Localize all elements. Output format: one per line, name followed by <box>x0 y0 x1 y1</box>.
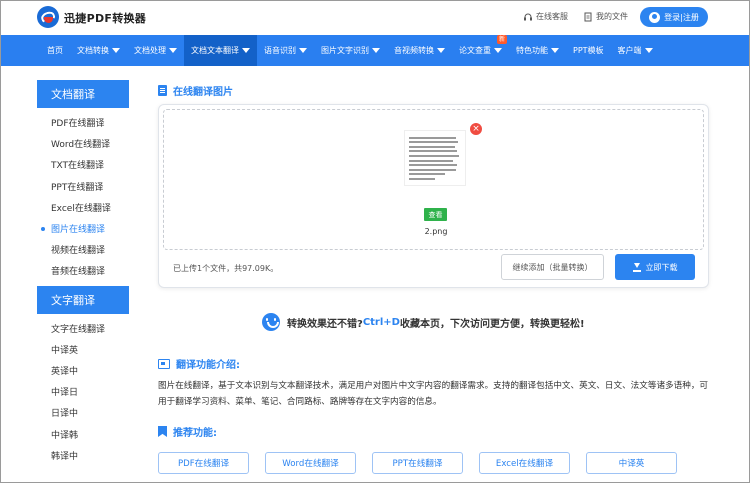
file-icon <box>584 12 592 21</box>
new-badge: 新 <box>496 35 507 44</box>
sidebar-section-title: 文档翻译 <box>37 80 129 108</box>
page-title: 在线翻译图片 <box>158 83 233 98</box>
nav-item-label: 特色功能 <box>516 46 548 55</box>
nav-item-9[interactable]: PPT模板 <box>566 35 611 66</box>
nav-item-4[interactable]: 语音识别 <box>257 35 314 66</box>
nav-item-label: 客户端 <box>617 46 642 55</box>
customer-service-link[interactable]: 在线客服 <box>523 11 568 22</box>
nav-item-label: 论文查重 <box>459 46 491 55</box>
sidebar-item[interactable]: 中译日 <box>37 381 129 402</box>
file-name: 2.png <box>424 227 448 236</box>
drop-zone[interactable]: × 查看 2.png <box>163 109 704 250</box>
sidebar-item[interactable]: Excel在线翻译 <box>37 197 129 218</box>
login-button[interactable]: 登录|注册 <box>640 7 708 27</box>
nav-item-1[interactable]: 文档转换 <box>70 35 127 66</box>
nav-item-label: 文档处理 <box>134 46 166 55</box>
recommend-button[interactable]: Word在线翻译 <box>265 452 356 474</box>
intro-heading-text: 翻译功能介绍: <box>176 360 240 371</box>
avatar-icon <box>649 11 661 23</box>
nav-item-label: 文档文本翻译 <box>191 46 239 55</box>
recommend-button[interactable]: Excel在线翻译 <box>479 452 570 474</box>
sidebar-item[interactable]: 图片在线翻译 <box>37 218 129 239</box>
main-nav: 首页 文档转换 文档处理 文档文本翻译 语音识别 图片文字识别 音视频转换 论文查重新特色功能… <box>0 35 750 66</box>
promo-text-2: 收藏本页，下次访问更方便，转换更轻松! <box>399 318 585 330</box>
nav-item-label: 首页 <box>47 46 63 55</box>
file-thumbnail[interactable] <box>404 130 466 186</box>
chevron-down-icon <box>112 48 120 53</box>
add-more-button[interactable]: 继续添加（批量转换） <box>501 254 604 280</box>
page-title-text: 在线翻译图片 <box>173 87 233 98</box>
customer-service-label: 在线客服 <box>536 12 568 21</box>
nav-item-8[interactable]: 特色功能 <box>509 35 566 66</box>
nav-item-0[interactable]: 首页 <box>40 35 70 66</box>
nav-item-5[interactable]: 图片文字识别 <box>314 35 387 66</box>
sidebar-item[interactable]: 文字在线翻译 <box>37 318 129 339</box>
top-header: 迅捷PDF转换器 在线客服 我的文件 登录|注册 <box>0 0 750 35</box>
chevron-down-icon <box>437 48 445 53</box>
chevron-down-icon <box>372 48 380 53</box>
intro-paragraph: 图片在线翻译，基于文本识别与文本翻译技术，满足用户对图片中文字内容的翻译需求。支… <box>158 381 709 407</box>
nav-item-3[interactable]: 文档文本翻译 <box>184 35 257 66</box>
nav-item-label: 文档转换 <box>77 46 109 55</box>
recommend-button[interactable]: PPT在线翻译 <box>372 452 463 474</box>
my-files-link[interactable]: 我的文件 <box>583 11 628 22</box>
delete-file-icon[interactable]: × <box>470 123 482 135</box>
recommend-button[interactable]: 中译英 <box>586 452 677 474</box>
recommend-list: PDF在线翻译 Word在线翻译 PPT在线翻译 Excel在线翻译 中译英 <box>158 452 677 474</box>
view-button[interactable]: 查看 <box>424 208 447 221</box>
sidebar-item[interactable]: 英译中 <box>37 360 129 381</box>
nav-item-label: PPT模板 <box>573 46 604 55</box>
login-label: 登录|注册 <box>664 12 699 22</box>
logo-icon[interactable] <box>37 6 59 28</box>
sidebar-item[interactable]: TXT在线翻译 <box>37 154 129 175</box>
bookmark-promo: 转换效果还不错? Ctrl+D 收藏本页，下次访问更方便，转换更轻松! <box>262 313 585 331</box>
sidebar-item[interactable]: PDF在线翻译 <box>37 112 129 133</box>
nav-item-label: 图片文字识别 <box>321 46 369 55</box>
bookmark-icon <box>158 426 167 437</box>
headset-icon <box>524 13 532 20</box>
sidebar-item[interactable]: 中译韩 <box>37 423 129 444</box>
sidebar-list: 文字在线翻译 中译英 英译中 中译日 日译中 中译韩 韩译中 <box>37 314 129 470</box>
nav-item-6[interactable]: 音视频转换 <box>387 35 452 66</box>
sidebar-section-title: 文字翻译 <box>37 285 129 314</box>
recommend-heading-text: 推荐功能: <box>173 428 217 439</box>
smile-icon <box>262 313 280 331</box>
recommend-heading: 推荐功能: <box>158 424 217 439</box>
sidebar-item[interactable]: PPT在线翻译 <box>37 176 129 197</box>
sidebar-item[interactable]: 中译英 <box>37 339 129 360</box>
document-icon <box>158 85 167 96</box>
upload-panel: × 查看 2.png 已上传1个文件，共97.09K。 继续添加（批量转换） 立… <box>158 104 709 288</box>
chevron-down-icon <box>242 48 250 53</box>
brand-name[interactable]: 迅捷PDF转换器 <box>64 10 146 26</box>
upload-status: 已上传1个文件，共97.09K。 <box>173 264 279 273</box>
sidebar-item[interactable]: 韩译中 <box>37 445 129 466</box>
sidebar-item[interactable]: 日译中 <box>37 402 129 423</box>
download-button[interactable]: 立即下载 <box>615 254 695 280</box>
intro-heading: 翻译功能介绍: <box>158 356 240 371</box>
download-label: 立即下载 <box>645 262 678 272</box>
chevron-down-icon <box>551 48 559 53</box>
sidebar-item[interactable]: 视频在线翻译 <box>37 239 129 260</box>
promo-text-1: 转换效果还不错? <box>287 318 363 330</box>
newspaper-icon <box>158 358 170 369</box>
promo-shortcut: Ctrl+D <box>362 316 400 328</box>
nav-item-label: 语音识别 <box>264 46 296 55</box>
nav-item-label: 音视频转换 <box>394 46 434 55</box>
chevron-down-icon <box>644 48 653 53</box>
chevron-down-icon <box>299 48 307 53</box>
recommend-button[interactable]: PDF在线翻译 <box>158 452 249 474</box>
nav-item-7[interactable]: 论文查重新 <box>452 35 509 66</box>
sidebar-item[interactable]: Word在线翻译 <box>37 133 129 154</box>
sidebar-item[interactable]: 音频在线翻译 <box>37 260 129 281</box>
sidebar-list: PDF在线翻译 Word在线翻译 TXT在线翻译 PPT在线翻译 Excel在线翻译 图片… <box>37 108 129 286</box>
chevron-down-icon <box>169 48 177 53</box>
nav-item-2[interactable]: 文档处理 <box>127 35 184 66</box>
chevron-down-icon <box>494 48 502 53</box>
my-files-label: 我的文件 <box>596 12 628 21</box>
download-icon <box>632 262 641 272</box>
sidebar: 文档翻译 PDF在线翻译 Word在线翻译 TXT在线翻译 PPT在线翻译 Excel在线… <box>37 80 129 470</box>
nav-item-10[interactable]: 客户端 <box>611 35 660 66</box>
